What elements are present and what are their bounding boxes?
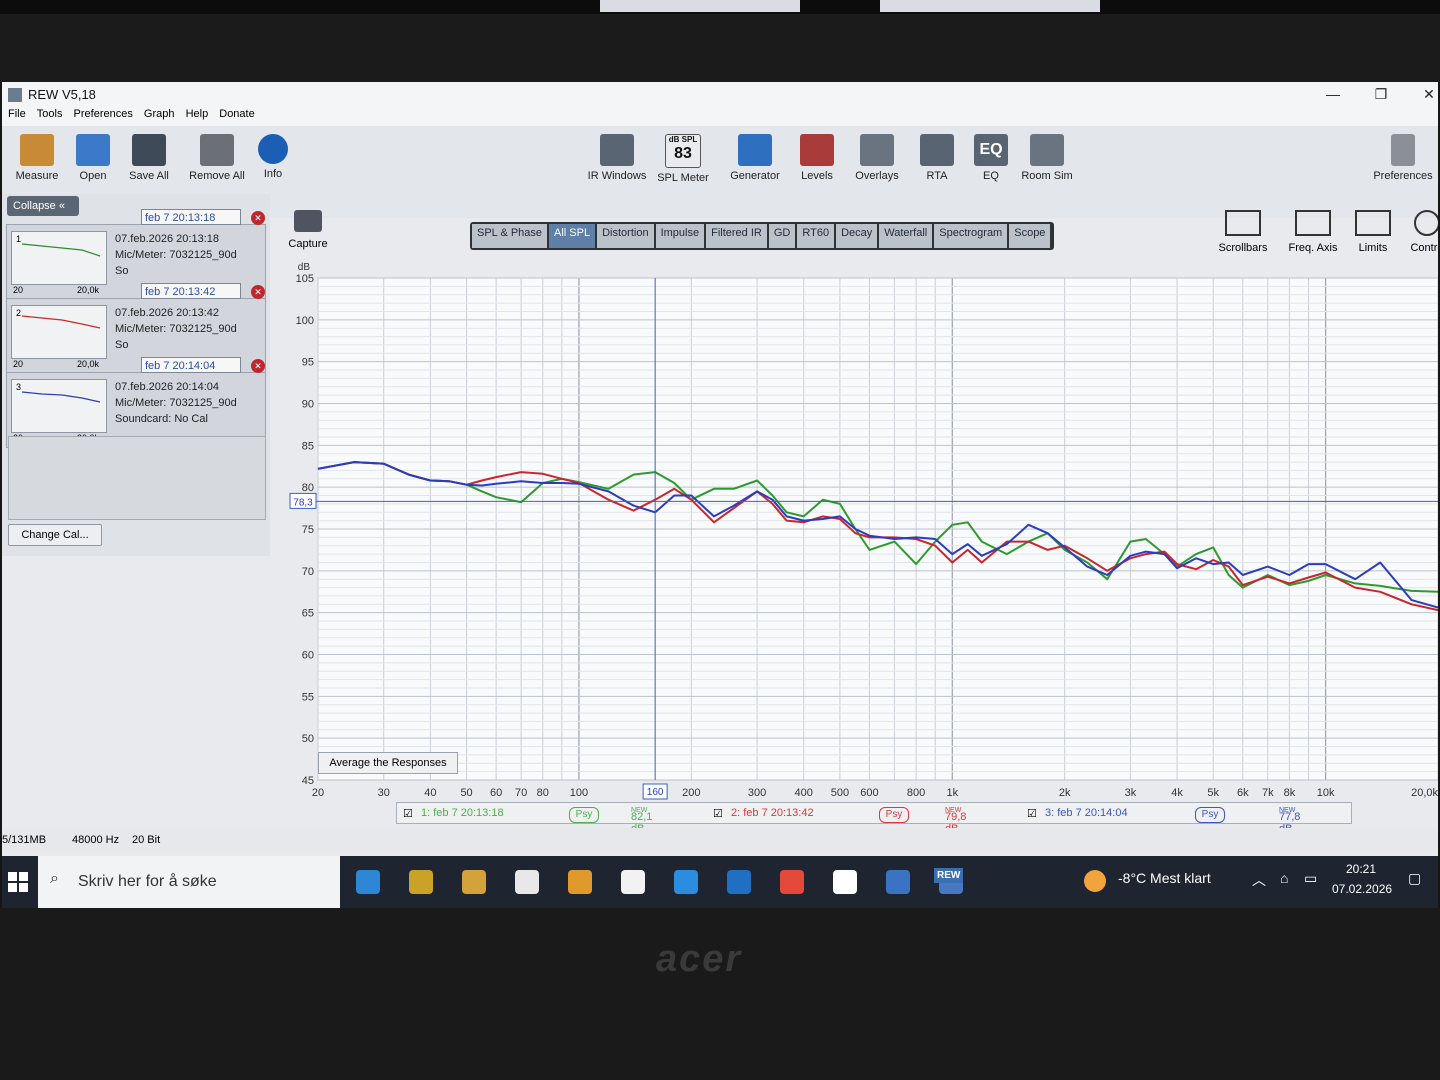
y-tick-label: 45 (302, 775, 314, 787)
psy-smoothing-badge[interactable]: Psy (1195, 807, 1225, 823)
legend-checkbox[interactable]: ☑ (1027, 807, 1037, 820)
x-tick-label: 40 (424, 787, 436, 799)
legend-label: 3: feb 7 20:14:04 (1045, 807, 1128, 819)
x-tick-label: 100 (570, 787, 588, 799)
x-tick-label: 20,0k (1411, 787, 1438, 799)
x-tick-label: 400 (795, 787, 813, 799)
screen: REW V5,18 — ❐ ✕ File Tools Preferences G… (2, 82, 1438, 908)
x-tick-label: 20 (312, 787, 324, 799)
x-tick-label: 6k (1237, 787, 1249, 799)
x-tick-label: 300 (748, 787, 766, 799)
graph-legend: ☑ 1: feb 7 20:13:18 Psy 82,1 dBNEW ☑ 2: … (396, 802, 1352, 835)
acer-logo: acer (656, 938, 743, 980)
x-tick-label: 50 (460, 787, 472, 799)
y-tick-label: 55 (302, 691, 314, 703)
x-tick-label: 8k (1284, 787, 1296, 799)
y-tick-label: 105 (296, 273, 314, 285)
edge-icon[interactable] (356, 870, 380, 894)
clock-time[interactable]: 20:21 (1346, 862, 1376, 876)
y-tick-label: 65 (302, 608, 314, 620)
app-icon[interactable] (568, 870, 592, 894)
legend-checkbox[interactable]: ☑ (713, 807, 723, 820)
search-icon: ⌕ (50, 870, 59, 887)
x-tick-label: 500 (831, 787, 849, 799)
y-tick-label: 70 (302, 566, 314, 578)
chrome-icon[interactable] (780, 870, 804, 894)
y-tick-label: 85 (302, 440, 314, 452)
sample-rate-status: 48000 Hz (72, 834, 120, 846)
network-app-icon[interactable] (886, 870, 910, 894)
cursor-freq-label: 160 (642, 783, 668, 800)
legend-level: 82,1 dBNEW (631, 807, 653, 835)
legend-label: 1: feb 7 20:13:18 (421, 807, 504, 819)
legend-level: 79,8 dBNEW (945, 807, 967, 835)
x-tick-label: 30 (378, 787, 390, 799)
x-tick-label: 200 (682, 787, 700, 799)
x-tick-label: 600 (860, 787, 878, 799)
average-responses-button[interactable]: Average the Responses (318, 752, 458, 774)
explorer-icon[interactable] (462, 870, 486, 894)
svg-text:160: 160 (647, 787, 664, 798)
x-tick-label: 5k (1207, 787, 1219, 799)
laptop-bezel (0, 14, 1440, 82)
background-window (880, 0, 1100, 12)
y-axis-label: dB (298, 262, 311, 273)
y-tick-label: 50 (302, 733, 314, 745)
svg-text:78,3: 78,3 (293, 497, 313, 508)
legend-label: 2: feb 7 20:13:42 (731, 807, 814, 819)
network-icon[interactable]: ⌂ (1280, 870, 1288, 886)
x-tick-label: 1k (946, 787, 958, 799)
chevron-up-icon[interactable]: ︿ (1252, 870, 1266, 890)
x-tick-label: 10k (1317, 787, 1335, 799)
laptop-base (0, 908, 1440, 1080)
memory-status: 5/131MB (2, 834, 47, 846)
spl-graph[interactable]: 105 100 95 90 85 80 75 70 65 60 55 50 45 dB 20 30 40 50 60… (2, 82, 1438, 908)
x-tick-label: 800 (907, 787, 925, 799)
cursor-level-label: 78,3 (289, 492, 317, 509)
psy-smoothing-badge[interactable]: Psy (879, 807, 909, 823)
home-icon[interactable] (515, 870, 539, 894)
x-tick-label: 80 (537, 787, 549, 799)
start-button[interactable] (2, 856, 38, 908)
windows-taskbar: ⌕ Skriv her for å søke REW -8°C Mest kla… (2, 856, 1438, 908)
y-tick-label: 60 (302, 650, 314, 662)
x-tick-label: 7k (1262, 787, 1274, 799)
x-tick-label: 3k (1125, 787, 1137, 799)
weather-icon (1084, 870, 1106, 892)
x-tick-label: 60 (490, 787, 502, 799)
y-tick-label: 75 (302, 524, 314, 536)
status-bar: 5/131MB 48000 Hz 20 Bit (2, 828, 1438, 852)
x-tick-label: 4k (1171, 787, 1183, 799)
background-window-strip (0, 0, 1440, 14)
x-tick-label: 2k (1059, 787, 1071, 799)
background-window (600, 0, 800, 12)
y-tick-label: 80 (302, 482, 314, 494)
y-tick-label: 90 (302, 399, 314, 411)
clock-date[interactable]: 07.02.2026 (1332, 882, 1392, 896)
outlook-icon[interactable] (727, 870, 751, 894)
notifications-icon[interactable]: ▢ (1408, 870, 1421, 887)
legend-level: 77,8 dBNEW (1279, 807, 1301, 835)
y-tick-label: 100 (296, 315, 314, 327)
store-icon[interactable] (409, 870, 433, 894)
ie-icon[interactable] (674, 870, 698, 894)
y-tick-label: 95 (302, 357, 314, 369)
rew-taskbar-badge: REW (934, 868, 964, 883)
battery-icon[interactable]: ▭ (1304, 870, 1317, 887)
x-tick-label: 70 (515, 787, 527, 799)
weather-text[interactable]: -8°C Mest klart (1118, 870, 1211, 886)
taskbar-search-box[interactable]: ⌕ Skriv her for å søke (38, 856, 340, 908)
dell-icon[interactable] (833, 870, 857, 894)
psy-smoothing-badge[interactable]: Psy (569, 807, 599, 823)
bit-depth-status: 20 Bit (132, 834, 161, 846)
notes-icon[interactable] (621, 870, 645, 894)
legend-checkbox[interactable]: ☑ (403, 807, 413, 820)
